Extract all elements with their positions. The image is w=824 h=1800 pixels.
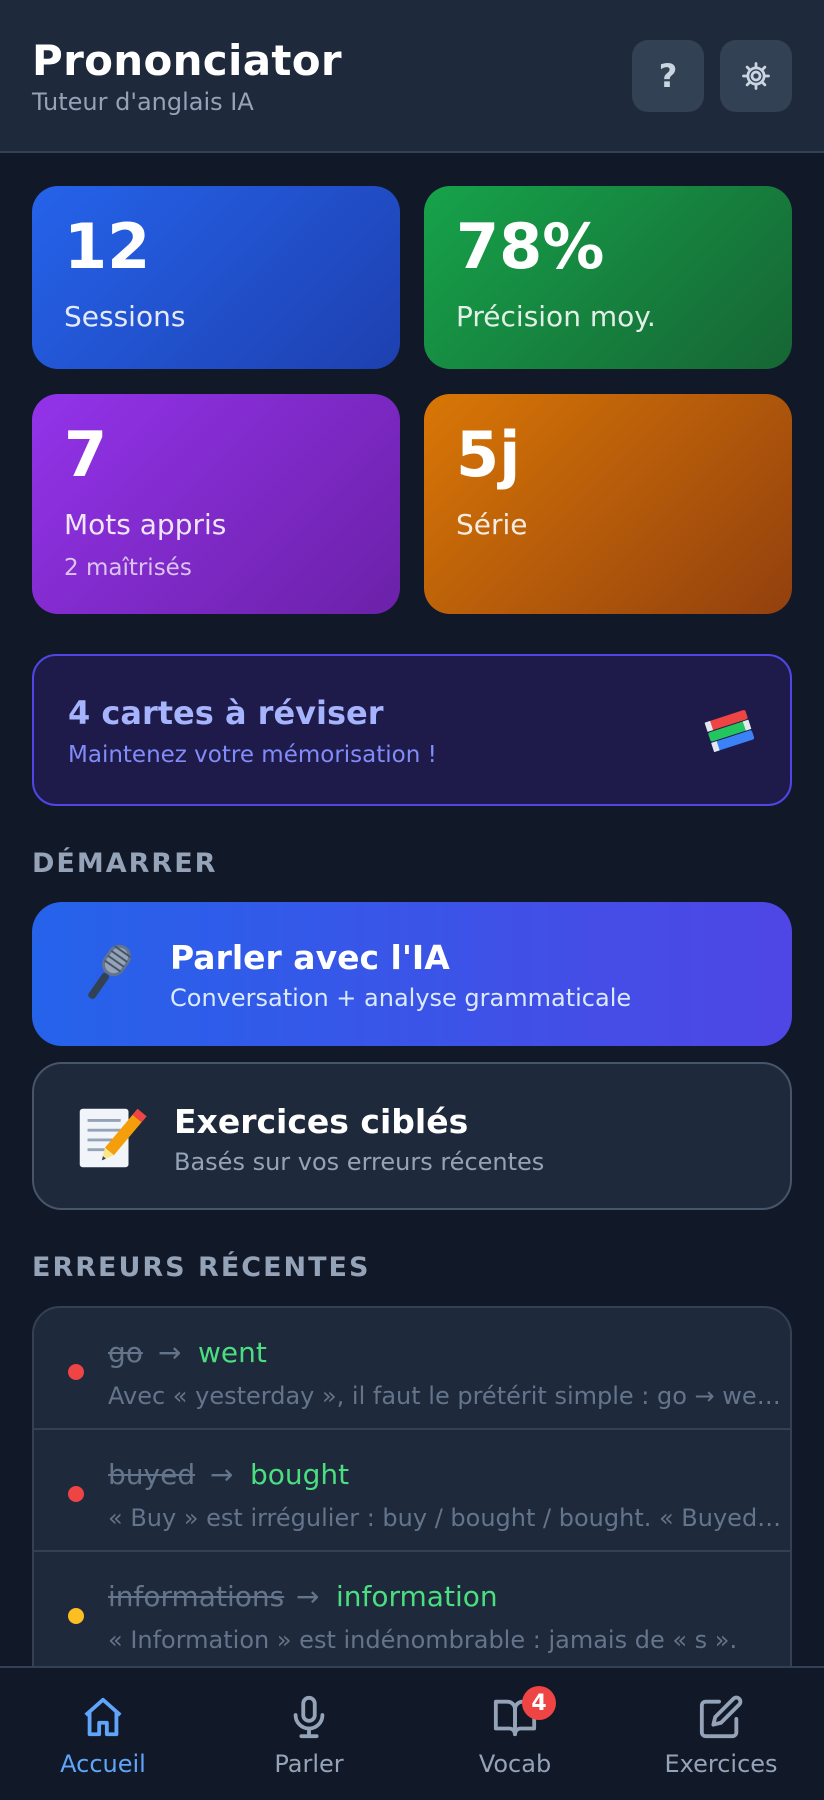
nav-tab-label: Vocab (478, 1750, 552, 1778)
stat-label: Mots appris (64, 508, 227, 541)
app-header: Prononciator Tuteur d'anglais IA ? (0, 0, 824, 153)
stat-card-sessions: 12 Sessions (32, 186, 400, 369)
stat-card-words: 7 Mots appris 2 maîtrisés (32, 394, 400, 614)
stat-sublabel: 2 maîtrisés (64, 555, 192, 581)
error-explanation: Avec « yesterday », il faut le prétérit … (108, 1382, 784, 1410)
bottom-nav: Accueil Parler 4 Vocab Exercices (0, 1666, 824, 1800)
nav-tab-exercises[interactable]: Exercices (618, 1668, 824, 1800)
action-title: Exercices ciblés (174, 1102, 469, 1141)
nav-tab-label: Accueil (60, 1750, 146, 1778)
gear-icon (742, 62, 770, 90)
app-root: Prononciator Tuteur d'anglais IA ? 12 Se… (0, 0, 824, 1800)
stat-card-streak: 5j Série (424, 394, 792, 614)
error-item[interactable]: go → went Avec « yesterday », il faut le… (34, 1308, 790, 1430)
correct-word: information (336, 1580, 498, 1613)
stat-label: Sessions (64, 300, 186, 333)
error-explanation: « Information » est indénombrable : jama… (108, 1626, 738, 1654)
notification-badge: 4 (522, 1686, 556, 1720)
home-icon (84, 1697, 122, 1737)
memo-icon (79, 1108, 147, 1168)
app-subtitle: Tuteur d'anglais IA (32, 88, 254, 116)
severity-dot (68, 1364, 84, 1380)
nav-tab-vocab[interactable]: 4 Vocab (412, 1668, 618, 1800)
review-banner[interactable]: 4 cartes à réviser Maintenez votre mémor… (32, 654, 792, 806)
review-subtitle: Maintenez votre mémorisation ! (68, 742, 437, 768)
error-item[interactable]: informations → information « Information… (34, 1552, 790, 1674)
arrow-icon: → (296, 1580, 320, 1613)
error-explanation: « Buy » est irrégulier : buy / bought / … (108, 1504, 784, 1532)
wrong-word: informations (108, 1580, 285, 1613)
stat-label: Série (456, 508, 528, 541)
error-item[interactable]: buyed → bought « Buy » est irrégulier : … (34, 1430, 790, 1552)
stat-value: 7 (64, 418, 108, 491)
nav-tab-home[interactable]: Accueil (0, 1668, 206, 1800)
nav-tab-speak[interactable]: Parler (206, 1668, 412, 1800)
stat-card-accuracy: 78% Précision moy. (424, 186, 792, 369)
app-title: Prononciator (32, 36, 342, 85)
microphone-icon (88, 944, 132, 1000)
review-title: 4 cartes à réviser (68, 694, 384, 732)
nav-tab-label: Parler (274, 1750, 344, 1778)
section-heading-errors: ERREURS RÉCENTES (32, 1252, 371, 1283)
action-subtitle: Basés sur vos erreurs récentes (174, 1148, 545, 1176)
correct-word: bought (250, 1458, 350, 1491)
books-icon (704, 710, 755, 753)
help-button[interactable]: ? (632, 40, 704, 112)
edit-icon (699, 1695, 743, 1739)
correct-word: went (198, 1336, 267, 1369)
settings-button[interactable] (720, 40, 792, 112)
nav-tab-label: Exercices (664, 1750, 778, 1778)
help-label: ? (658, 57, 678, 95)
action-title: Parler avec l'IA (170, 938, 450, 977)
section-heading-start: DÉMARRER (32, 848, 218, 879)
action-subtitle: Conversation + analyse grammaticale (170, 984, 632, 1012)
severity-dot (68, 1486, 84, 1502)
arrow-icon: → (158, 1336, 182, 1369)
stat-value: 5j (456, 418, 521, 491)
stat-value: 78% (456, 210, 605, 283)
stat-value: 12 (64, 210, 151, 283)
stat-label: Précision moy. (456, 300, 656, 333)
wrong-word: go (108, 1336, 143, 1369)
severity-dot (68, 1608, 84, 1624)
targeted-exercises-button[interactable]: Exercices ciblés Basés sur vos erreurs r… (32, 1062, 792, 1210)
arrow-icon: → (210, 1458, 234, 1491)
microphone-icon (293, 1695, 325, 1739)
wrong-word: buyed (108, 1458, 196, 1491)
speak-with-ai-button[interactable]: Parler avec l'IA Conversation + analyse … (32, 902, 792, 1046)
